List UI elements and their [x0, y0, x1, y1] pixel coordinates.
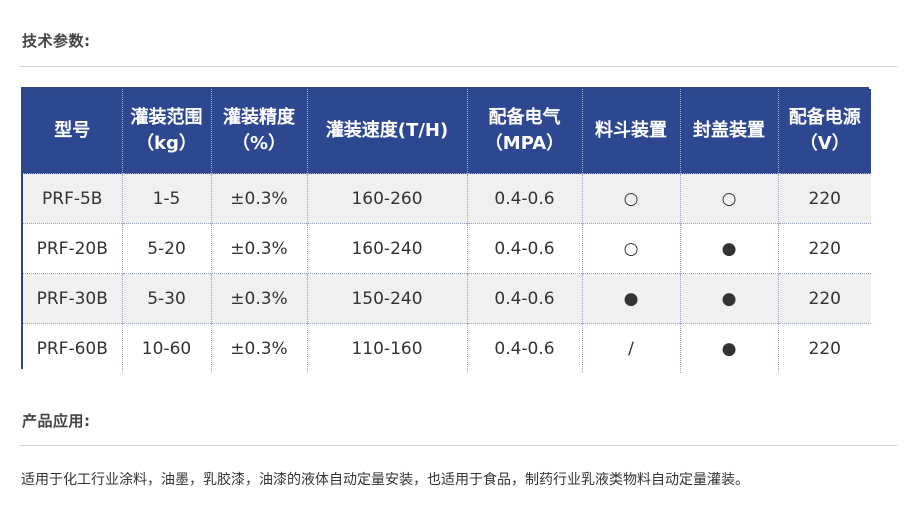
cell-power: 220 [778, 173, 871, 224]
cell-power: 220 [778, 323, 871, 373]
cell-air-pressure: 0.4-0.6 [467, 223, 583, 274]
header-capping: 封盖装置 [680, 89, 779, 174]
header-model: 型号 [23, 89, 123, 174]
cell-model: PRF-20B [23, 223, 123, 274]
cell-hopper: ○ [582, 173, 681, 224]
cell-fill-speed: 160-240 [307, 223, 468, 274]
cell-capping: ● [680, 223, 779, 274]
header-fill-speed: 灌装速度(T/H) [307, 89, 468, 174]
application-section-title: 产品应用: [22, 412, 91, 430]
header-hopper: 料斗装置 [582, 89, 681, 174]
table-row: PRF-60B 10-60 ±0.3% 110-160 0.4-0.6 / ● … [23, 323, 871, 373]
table-row: PRF-5B 1-5 ±0.3% 160-260 0.4-0.6 ○ ○ 220 [23, 173, 871, 224]
cell-air-pressure: 0.4-0.6 [467, 323, 583, 373]
cell-fill-range: 5-30 [122, 273, 212, 324]
cell-fill-speed: 110-160 [307, 323, 468, 373]
cell-fill-range: 10-60 [122, 323, 212, 373]
cell-fill-accuracy: ±0.3% [211, 173, 308, 224]
cell-fill-range: 1-5 [122, 173, 212, 224]
cell-power: 220 [778, 273, 871, 324]
cell-power: 220 [778, 223, 871, 274]
application-description: 适用于化工行业涂料，油墨，乳胶漆，油漆的液体自动定量安装，也适用于食品，制药行业… [21, 472, 749, 488]
application-divider [20, 445, 897, 446]
header-fill-range: 灌装范围（kg） [122, 89, 212, 174]
cell-hopper: ● [582, 273, 681, 324]
cell-fill-speed: 160-260 [307, 173, 468, 224]
cell-air-pressure: 0.4-0.6 [467, 273, 583, 324]
cell-hopper: / [582, 323, 681, 373]
header-power: 配备电源（V） [778, 89, 871, 174]
cell-model: PRF-30B [23, 273, 123, 324]
cell-capping: ○ [680, 173, 779, 224]
cell-fill-accuracy: ±0.3% [211, 323, 308, 373]
header-fill-accuracy: 灌装精度（%） [211, 89, 308, 174]
cell-fill-accuracy: ±0.3% [211, 273, 308, 324]
cell-hopper: ○ [582, 223, 681, 274]
cell-fill-range: 5-20 [122, 223, 212, 274]
cell-model: PRF-5B [23, 173, 123, 224]
table-row: PRF-20B 5-20 ±0.3% 160-240 0.4-0.6 ○ ● 2… [23, 223, 871, 274]
spec-section-title: 技术参数: [22, 32, 91, 50]
cell-model: PRF-60B [23, 323, 123, 373]
table-header-row: 型号 灌装范围（kg） 灌装精度（%） 灌装速度(T/H) 配备电气（MPA） … [23, 89, 871, 174]
cell-fill-accuracy: ±0.3% [211, 223, 308, 274]
spec-table-container: 型号 灌装范围（kg） 灌装精度（%） 灌装速度(T/H) 配备电气（MPA） … [21, 87, 871, 373]
cell-air-pressure: 0.4-0.6 [467, 173, 583, 224]
spec-table: 型号 灌装范围（kg） 灌装精度（%） 灌装速度(T/H) 配备电气（MPA） … [23, 89, 871, 373]
cell-capping: ● [680, 273, 779, 324]
cell-capping: ● [680, 323, 779, 373]
header-air-pressure: 配备电气（MPA） [467, 89, 583, 174]
cell-fill-speed: 150-240 [307, 273, 468, 324]
spec-divider [20, 66, 897, 67]
table-row: PRF-30B 5-30 ±0.3% 150-240 0.4-0.6 ● ● 2… [23, 273, 871, 324]
